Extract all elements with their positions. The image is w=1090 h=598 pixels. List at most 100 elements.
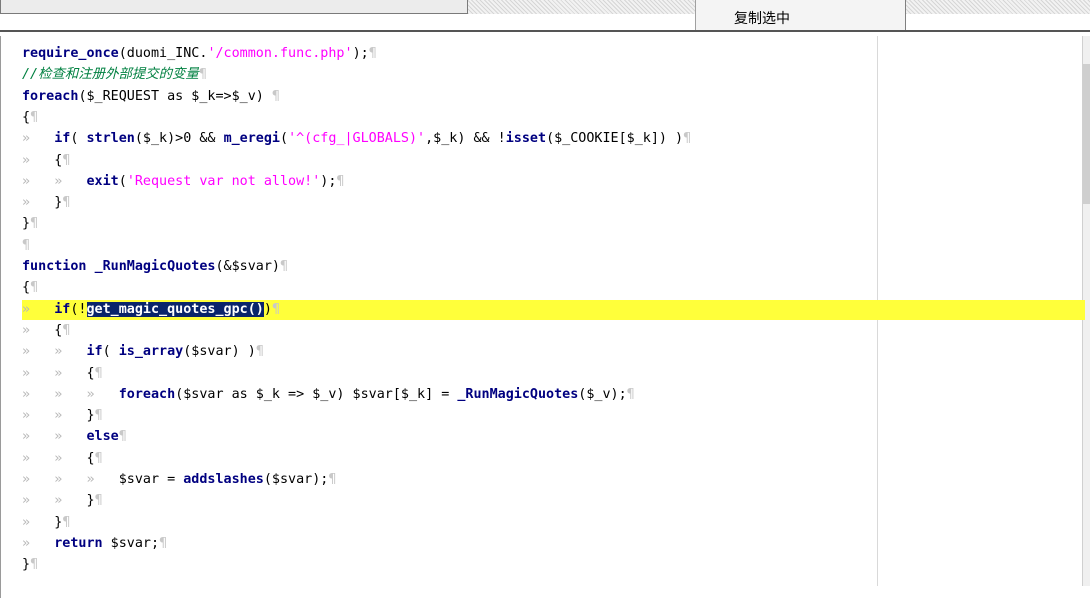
code-string: '^(cfg_|GLOBALS)' (288, 131, 426, 147)
toolbar-hatch-middle (468, 0, 695, 14)
code-line[interactable]: » if( strlen($_k)>0 && m_eregi('^(cfg_|G… (22, 129, 691, 149)
code-line[interactable]: » }¶ (22, 513, 70, 533)
code-function-name: _RunMagicQuotes (457, 386, 579, 402)
pilcrow-mark: ¶ (94, 365, 103, 381)
indent-marker: » (22, 131, 55, 147)
code-comment: //检查和注册外部提交的变量 (22, 67, 199, 83)
code-function-name: addslashes (183, 472, 264, 487)
indent-marker: » (22, 535, 55, 551)
pilcrow-mark: ¶ (22, 237, 31, 253)
indent-marker: » » (22, 408, 87, 424)
editor-left-border (0, 36, 1, 598)
code-text: ) (263, 301, 272, 317)
pilcrow-mark: ¶ (328, 472, 337, 487)
code-text: (! (70, 301, 87, 317)
code-text: { (86, 365, 95, 381)
code-line[interactable]: » » }¶ (22, 406, 103, 426)
code-text: } (22, 557, 31, 573)
code-line[interactable]: » {¶ (22, 321, 70, 341)
toolbar-divider (0, 30, 1090, 32)
top-toolbar-strip: 复制选中 (0, 0, 1090, 36)
code-text: ($_v); (578, 386, 627, 402)
pilcrow-mark: ¶ (626, 386, 635, 402)
code-line[interactable]: {¶ (22, 108, 38, 128)
code-line[interactable]: {¶ (22, 278, 38, 298)
indent-marker: » (22, 152, 55, 168)
code-line[interactable]: » » » $svar = addslashes($svar);¶ (22, 470, 336, 490)
code-line[interactable]: » » exit('Request var not allow!');¶ (22, 172, 344, 192)
code-line[interactable]: » » else¶ (22, 427, 127, 447)
code-function-name: is_array (118, 344, 184, 360)
scrollbar-thumb[interactable] (1083, 64, 1090, 204)
code-line[interactable]: » » {¶ (22, 364, 103, 384)
indent-marker: » » » (22, 386, 119, 402)
code-text: (&$svar) (215, 259, 281, 274)
code-text: ($svar) ) (183, 344, 256, 360)
code-keyword: else (86, 429, 119, 445)
code-text: $svar; (102, 535, 160, 551)
code-line[interactable]: }¶ (22, 555, 38, 575)
code-text: ( (118, 173, 127, 189)
code-line[interactable]: » }¶ (22, 193, 70, 213)
indent-marker: » (22, 514, 55, 530)
indent-marker: » » (22, 365, 87, 381)
pilcrow-mark: ¶ (263, 88, 280, 104)
code-line[interactable]: require_once(duomi_INC.'/common.func.php… (22, 44, 377, 64)
code-line[interactable]: » {¶ (22, 151, 70, 171)
code-text: } (22, 216, 31, 232)
pilcrow-mark: ¶ (255, 344, 264, 360)
pilcrow-mark: ¶ (30, 557, 39, 573)
pilcrow-mark: ¶ (62, 514, 71, 530)
code-line[interactable]: ¶ (22, 236, 30, 256)
code-line[interactable]: function _RunMagicQuotes(&$svar)¶ (22, 257, 288, 277)
code-line[interactable]: » » » foreach($svar as $_k => $_v) $svar… (22, 385, 635, 405)
code-keyword: if (54, 301, 71, 317)
code-text: { (22, 109, 31, 125)
pilcrow-mark: ¶ (118, 429, 127, 445)
code-function-name: _RunMagicQuotes (94, 259, 216, 274)
code-keyword: exit (86, 173, 119, 189)
code-function-name: isset (505, 131, 547, 147)
pilcrow-mark: ¶ (94, 450, 103, 466)
code-line[interactable]: foreach($_REQUEST as $_k=>$_v) ¶ (22, 87, 280, 107)
code-text: (duomi_INC. (118, 46, 208, 61)
code-line[interactable]: » » if( is_array($svar) )¶ (22, 342, 264, 362)
code-text: ); (352, 46, 369, 61)
code-editor[interactable]: require_once(duomi_INC.'/common.func.php… (0, 36, 1090, 598)
pilcrow-mark: ¶ (159, 535, 168, 551)
code-string: 'Request var not allow!' (126, 173, 321, 189)
indent-marker: » (22, 301, 55, 317)
pilcrow-mark: ¶ (62, 322, 71, 338)
code-keyword: if (86, 344, 103, 360)
code-function-name: m_eregi (223, 131, 280, 147)
pilcrow-mark: ¶ (368, 46, 377, 61)
code-keyword: function (22, 259, 87, 274)
code-line[interactable]: » » }¶ (22, 491, 103, 511)
code-line[interactable]: }¶ (22, 214, 38, 234)
pilcrow-mark: ¶ (683, 131, 692, 147)
indent-marker: » (22, 322, 55, 338)
code-keyword: return (54, 535, 103, 551)
code-line[interactable]: » return $svar;¶ (22, 534, 167, 554)
code-line[interactable]: » » {¶ (22, 449, 103, 469)
indent-marker: » » (22, 493, 87, 509)
code-text: { (22, 280, 31, 296)
indent-marker: » » (22, 344, 87, 360)
context-menu-item-copy-selection[interactable]: 复制选中 (734, 8, 790, 28)
pilcrow-mark: ¶ (30, 280, 39, 296)
code-text: ,$_k) && ! (425, 131, 506, 147)
code-keyword: foreach (22, 88, 79, 104)
code-string: '/common.func.php' (207, 46, 353, 61)
pilcrow-mark: ¶ (30, 109, 39, 125)
code-text: ); (320, 173, 337, 189)
code-line-current[interactable]: » if(!get_magic_quotes_gpc())¶ (22, 299, 1085, 320)
code-text: ( (70, 131, 87, 147)
code-text: $svar = (118, 472, 184, 487)
pilcrow-mark: ¶ (336, 173, 345, 189)
code-text: ($svar as $_k => $_v) $svar[$_k] = (175, 386, 458, 402)
pilcrow-mark: ¶ (94, 493, 103, 509)
code-text: ($_k)>0 && (134, 131, 224, 147)
code-line[interactable]: //检查和注册外部提交的变量¶ (22, 65, 207, 85)
code-text: { (86, 450, 95, 466)
